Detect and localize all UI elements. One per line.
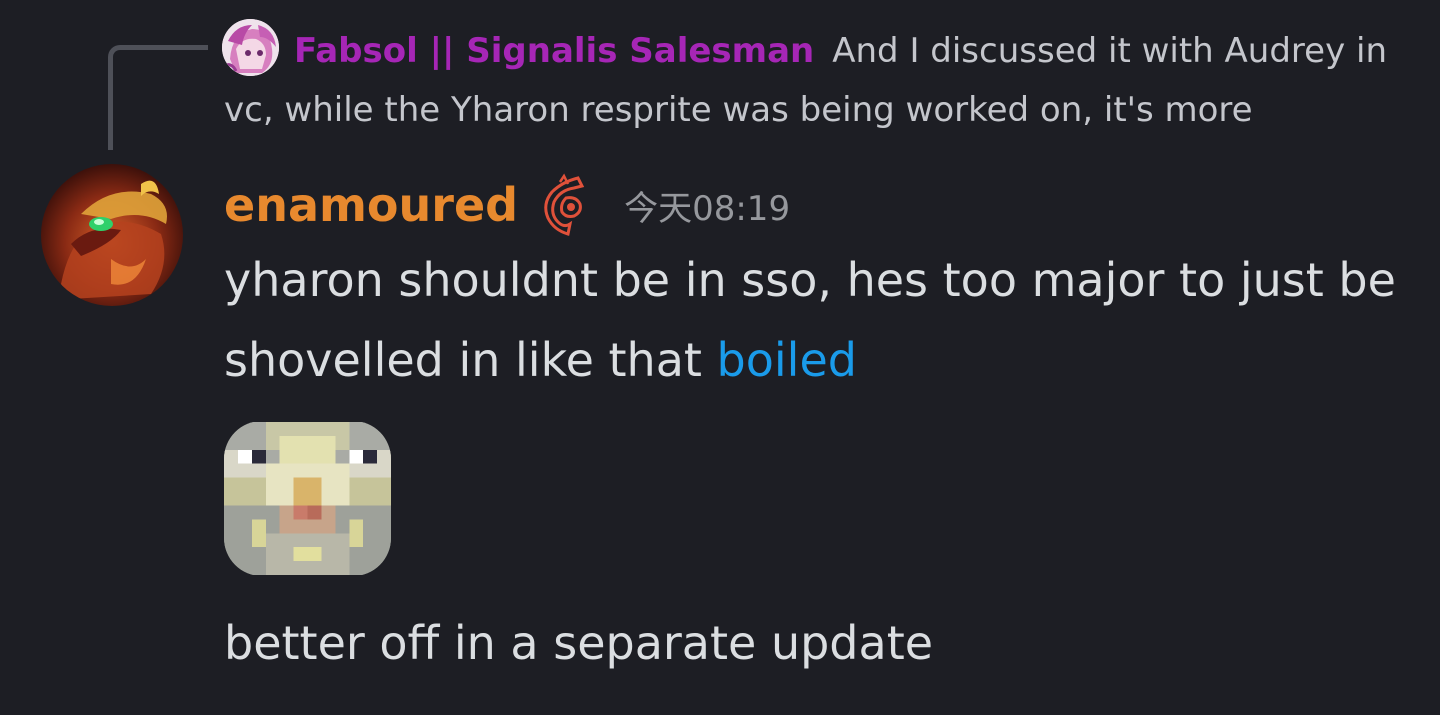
chat-view: Fabsol || Signalis Salesman And I discuss…	[0, 0, 1440, 715]
author-avatar[interactable]	[41, 164, 183, 306]
message-timestamp: 今天08:19	[624, 188, 791, 229]
message-header: enamoured 今天08:19	[224, 170, 790, 240]
message-body: yharon shouldnt be in sso, hes too major…	[224, 240, 1404, 400]
reply-preview[interactable]: Fabsol || Signalis Salesman And I discuss…	[224, 22, 1404, 140]
message-link[interactable]: boiled	[717, 333, 857, 387]
pixelated-cat-face-emoji[interactable]	[224, 421, 391, 576]
reply-connector	[108, 45, 208, 150]
author-name[interactable]: enamoured	[224, 178, 518, 232]
reply-author-name[interactable]: Fabsol || Signalis Salesman	[294, 31, 814, 71]
message-followup-text: better off in a separate update	[224, 616, 934, 670]
flame-emblem-icon[interactable]	[540, 172, 590, 238]
